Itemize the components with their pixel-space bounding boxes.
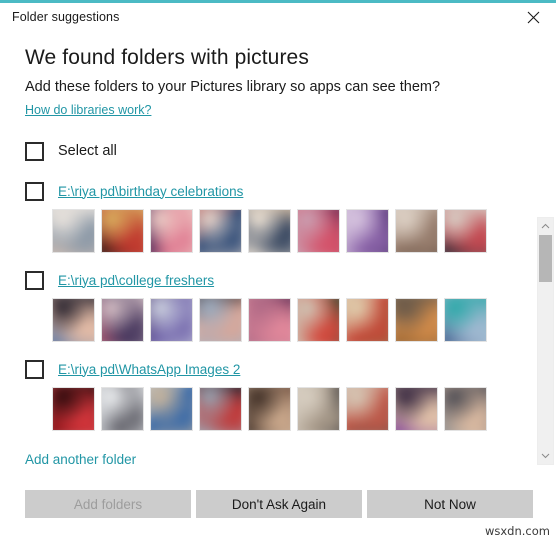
thumbnail [297, 209, 340, 253]
thumbnail [346, 298, 389, 342]
thumbnail [297, 298, 340, 342]
watermark: wsxdn.com [484, 524, 550, 538]
folder-checkbox[interactable] [25, 270, 44, 290]
thumbnail [52, 209, 95, 253]
thumbnail-image [200, 388, 241, 430]
thumbnail [248, 209, 291, 253]
thumbnail-image [102, 388, 143, 430]
title-bar: Folder suggestions [0, 3, 556, 32]
thumbnail-image [298, 299, 339, 341]
folder-suggestions-window: Folder suggestions We found folders with… [0, 0, 556, 540]
window-title: Folder suggestions [12, 10, 120, 24]
thumbnail-image [249, 210, 290, 252]
thumbnail-image [347, 388, 388, 430]
thumbnail-image [396, 210, 437, 252]
thumbnail [395, 209, 438, 253]
thumbnail [346, 387, 389, 431]
not-now-button[interactable]: Not Now [367, 490, 533, 518]
thumbnail-image [445, 210, 486, 252]
thumbnail-image [151, 388, 192, 430]
thumbnail-image [102, 299, 143, 341]
thumbnail-image [200, 210, 241, 252]
scrollbar-up-arrow[interactable] [538, 218, 553, 234]
thumbnail-image [53, 299, 94, 341]
thumbnail-strip [52, 387, 520, 431]
thumbnail [101, 387, 144, 431]
thumbnail [101, 298, 144, 342]
thumbnail [150, 209, 193, 253]
thumbnail [150, 298, 193, 342]
folder-checkbox[interactable] [25, 359, 44, 379]
dialog-footer: Add folders Don't Ask Again Not Now wsxd… [0, 487, 556, 540]
thumbnail-image [396, 299, 437, 341]
folder-header[interactable]: E:\riya pd\WhatsApp Images 2 [25, 358, 520, 380]
thumbnail [199, 209, 242, 253]
dialog-content: We found folders with pictures Add these… [0, 32, 556, 487]
thumbnail-image [102, 210, 143, 252]
thumbnail-image [151, 299, 192, 341]
thumbnail-image [249, 299, 290, 341]
thumbnail [199, 298, 242, 342]
add-folders-button[interactable]: Add folders [25, 490, 191, 518]
thumbnail [297, 387, 340, 431]
select-all-row[interactable]: Select all [25, 140, 117, 162]
how-do-libraries-work-link[interactable]: How do libraries work? [25, 103, 151, 117]
select-all-checkbox[interactable] [25, 141, 44, 161]
dont-ask-again-button[interactable]: Don't Ask Again [196, 490, 362, 518]
thumbnail-image [396, 388, 437, 430]
thumbnail-image [445, 388, 486, 430]
thumbnail-image [347, 299, 388, 341]
folder-path-link[interactable]: E:\riya pd\college freshers [58, 273, 214, 288]
thumbnail-image [53, 388, 94, 430]
thumbnail-strip [52, 298, 520, 342]
chevron-down-icon [541, 453, 550, 459]
thumbnail-image [200, 299, 241, 341]
thumbnail [52, 387, 95, 431]
thumbnail [444, 387, 487, 431]
folder-group: E:\riya pd\birthday celebrations [25, 180, 520, 253]
thumbnail-strip [52, 209, 520, 253]
folder-list-scrollbar[interactable] [537, 217, 554, 465]
close-icon [527, 11, 540, 24]
thumbnail-image [298, 388, 339, 430]
thumbnail [101, 209, 144, 253]
select-all-label: Select all [58, 143, 117, 159]
close-button[interactable] [511, 3, 556, 32]
add-another-folder-link[interactable]: Add another folder [25, 452, 136, 467]
thumbnail-image [445, 299, 486, 341]
thumbnail [150, 387, 193, 431]
page-title: We found folders with pictures [25, 46, 309, 69]
thumbnail [248, 298, 291, 342]
folder-path-link[interactable]: E:\riya pd\birthday celebrations [58, 184, 243, 199]
thumbnail [395, 387, 438, 431]
folder-header[interactable]: E:\riya pd\birthday celebrations [25, 180, 520, 202]
folder-path-link[interactable]: E:\riya pd\WhatsApp Images 2 [58, 362, 240, 377]
thumbnail [52, 298, 95, 342]
thumbnail [444, 298, 487, 342]
thumbnail-image [249, 388, 290, 430]
thumbnail-image [53, 210, 94, 252]
thumbnail [248, 387, 291, 431]
thumbnail-image [151, 210, 192, 252]
folder-list-scroll-region: E:\riya pd\birthday celebrations E:\riya… [0, 180, 556, 442]
thumbnail [346, 209, 389, 253]
folder-header[interactable]: E:\riya pd\college freshers [25, 269, 520, 291]
page-subtitle: Add these folders to your Pictures libra… [25, 79, 441, 95]
thumbnail [395, 298, 438, 342]
folder-checkbox[interactable] [25, 181, 44, 201]
folder-group: E:\riya pd\college freshers [25, 269, 520, 342]
folder-group: E:\riya pd\WhatsApp Images 2 [25, 358, 520, 431]
chevron-up-icon [541, 223, 550, 229]
thumbnail [199, 387, 242, 431]
scrollbar-thumb[interactable] [539, 235, 552, 282]
thumbnail-image [298, 210, 339, 252]
scrollbar-down-arrow[interactable] [538, 448, 553, 464]
thumbnail [444, 209, 487, 253]
thumbnail-image [347, 210, 388, 252]
